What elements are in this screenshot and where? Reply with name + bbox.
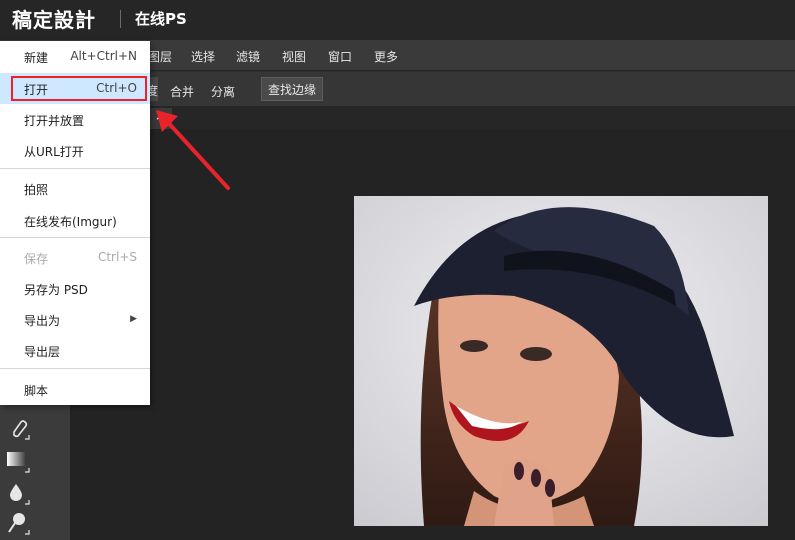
menu-item-new[interactable]: 新建 Alt+Ctrl+N (0, 41, 150, 72)
menu-item-save-psd[interactable]: 另存为 PSD (0, 273, 150, 304)
menu-divider (0, 168, 150, 169)
menu-layer[interactable]: 图层 (148, 48, 172, 65)
blur-icon[interactable] (5, 480, 31, 506)
menu-window[interactable]: 窗口 (328, 48, 352, 65)
annotation-arrow (156, 110, 230, 190)
find-edges-button[interactable]: 查找边缘 (261, 77, 323, 101)
app-title: 在线PS (135, 10, 187, 28)
gradient-icon[interactable] (5, 448, 31, 474)
menu-divider (0, 237, 150, 238)
menu-select[interactable]: 选择 (191, 48, 215, 65)
merge-button[interactable]: 合并 (170, 83, 194, 100)
menu-item-open-url[interactable]: 从URL打开 (0, 135, 150, 166)
header-divider (120, 10, 121, 28)
open-highlight-box (11, 76, 147, 101)
menu-more[interactable]: 更多 (374, 48, 398, 65)
separate-button[interactable]: 分离 (211, 83, 235, 100)
dodge-icon[interactable] (5, 510, 31, 536)
eraser-icon[interactable] (5, 415, 31, 441)
menu-item-script[interactable]: 脚本 (0, 374, 150, 405)
submenu-arrow-icon: ▶ (130, 314, 137, 324)
menu-divider (0, 368, 150, 369)
menu-item-export-as[interactable]: 导出为 ▶ (0, 304, 150, 335)
menu-filter[interactable]: 滤镜 (236, 48, 260, 65)
menu-item-export-layers[interactable]: 导出层 (0, 335, 150, 366)
menu-item-capture[interactable]: 拍照 (0, 173, 150, 204)
brand-logo[interactable]: 稿定設計 (12, 4, 96, 33)
menu-item-open-place[interactable]: 打开并放置 (0, 104, 150, 135)
canvas-photo[interactable] (354, 196, 768, 526)
menu-item-save[interactable]: 保存 Ctrl+S (0, 242, 150, 273)
menu-item-publish[interactable]: 在线发布(Imgur) (0, 205, 150, 236)
menu-view[interactable]: 视图 (282, 48, 306, 65)
